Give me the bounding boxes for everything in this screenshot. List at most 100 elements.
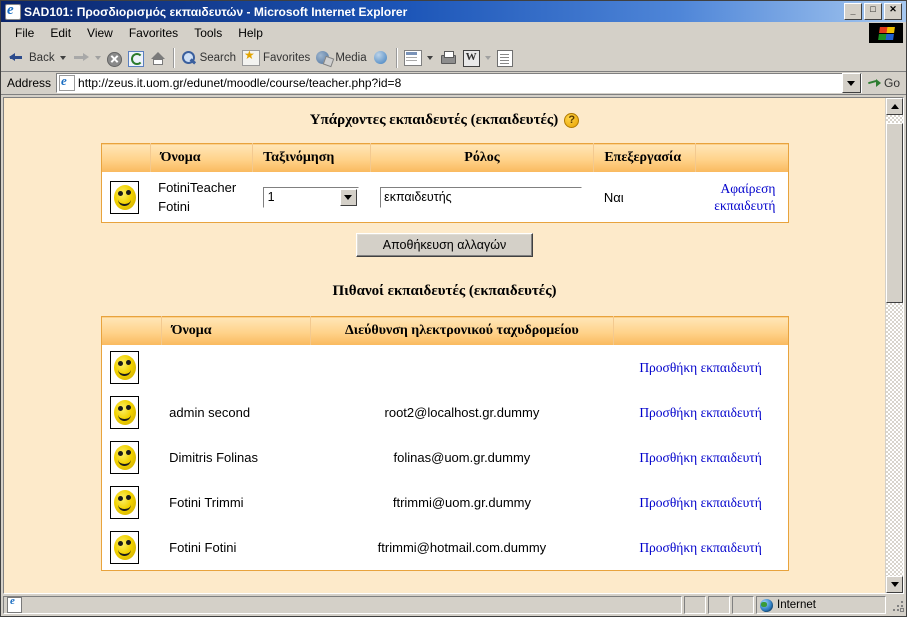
help-icon[interactable]: ? [564,113,580,128]
address-dropdown-button[interactable] [841,73,861,93]
mail-chevron-down-icon[interactable] [426,56,433,60]
avatar [109,441,139,474]
menu-item-file[interactable]: File [7,24,42,42]
go-button-label: Go [883,76,900,90]
refresh-icon [127,51,144,67]
cell-role [370,172,594,223]
cell-name: FotiniTeacher Fotini [150,172,253,223]
menu-item-tools[interactable]: Tools [186,24,230,42]
cell-avatar [101,172,151,223]
menu-bar: File Edit View Favorites Tools Help [1,22,906,45]
media-button[interactable]: Media [313,47,369,69]
print-button[interactable] [436,47,460,69]
remove-teacher-link-line-1[interactable]: Αφαίρεση [706,180,776,197]
chevron-down-icon [890,582,899,587]
back-arrow-icon [8,49,26,67]
address-input[interactable]: http://zeus.it.uom.gr/edunet/moodle/cour… [56,73,862,93]
edit-chevron-down-icon[interactable] [484,56,491,60]
table-header-row: Όνομα Διεύθυνση ηλεκτρονικού ταχυδρομείο… [101,316,788,345]
cell-email: root2@localhost.gr.dummy [310,390,614,435]
table-row: FotiniTeacher Fotini 1 Ναι [101,172,788,223]
resize-grip[interactable] [890,598,904,612]
add-teacher-link[interactable]: Προσθήκη εκπαιδευτή [624,359,778,376]
column-header-name: Όνομα [161,316,311,345]
mail-button[interactable] [401,47,436,69]
cell-name: Fotini Fotini [161,525,311,571]
stop-button[interactable] [104,47,125,69]
scrollbar-thumb[interactable] [886,123,903,303]
page-icon [59,75,76,91]
status-panel-2 [708,596,730,614]
address-bar: Address http://zeus.it.uom.gr/edunet/moo… [1,72,906,95]
forward-chevron-down-icon[interactable] [94,56,101,60]
refresh-button[interactable] [125,47,147,69]
discuss-button[interactable] [494,47,516,69]
edit-word-button[interactable]: W [460,47,494,69]
column-header-action [613,316,788,345]
forward-arrow-icon [72,49,90,67]
minimize-button[interactable]: _ [844,3,862,20]
add-teacher-link[interactable]: Προσθήκη εκπαιδευτή [624,404,778,421]
menu-item-favorites[interactable]: Favorites [121,24,186,42]
avatar [109,531,139,564]
go-button[interactable]: Go [862,76,906,90]
cell-editing: Ναι [593,172,696,223]
history-icon [373,50,389,66]
menu-item-edit[interactable]: Edit [42,24,79,42]
cell-order: 1 [252,172,371,223]
back-chevron-down-icon[interactable] [59,56,66,60]
scroll-up-button[interactable] [886,98,903,115]
avatar [109,351,139,384]
potential-teachers-table: Όνομα Διεύθυνση ηλεκτρονικού ταχυδρομείο… [100,316,789,571]
order-select-dropdown-button[interactable] [339,188,357,206]
document-icon [496,49,513,67]
cell-add-action: Προσθήκη εκπαιδευτή [613,345,788,390]
cell-email [310,345,614,390]
remove-teacher-link-line-2[interactable]: εκπαιδευτή [706,197,775,214]
home-button[interactable] [147,47,169,69]
save-changes-button[interactable]: Αποθήκευση αλλαγών [355,233,534,257]
order-select[interactable]: 1 [262,186,359,208]
favorites-star-icon [242,48,261,66]
search-button[interactable]: Search [178,47,239,69]
content-wrapper: Υπάρχοντες εκπαιδευτές (εκπαιδευτές) ? Ό… [1,95,906,594]
cell-add-action: Προσθήκη εκπαιδευτή [613,435,788,480]
column-header-order: Ταξινόμηση [252,143,371,172]
menu-item-help[interactable]: Help [230,24,271,42]
navigation-toolbar: Back Search Favorites Media [1,45,906,72]
toolbar-separator [172,48,174,68]
status-message-panel [3,595,682,614]
forward-button[interactable] [69,47,104,69]
close-button[interactable]: ✕ [884,3,902,20]
media-button-label: Media [335,52,367,64]
column-header-email: Διεύθυνση ηλεκτρονικού ταχυδρομείου [310,316,615,345]
go-arrow-icon [868,77,881,90]
history-button[interactable] [370,47,392,69]
scroll-down-button[interactable] [886,576,903,593]
browser-window: SAD101: Προσδιορισμός εκπαιδευτών - Micr… [0,0,907,617]
avatar [109,180,139,214]
add-teacher-link[interactable]: Προσθήκη εκπαιδευτή [624,539,778,556]
menu-item-view[interactable]: View [79,24,121,42]
scrollbar-track[interactable] [886,115,903,576]
favorites-button[interactable]: Favorites [239,47,313,69]
printer-icon [439,51,457,65]
home-icon [150,52,166,66]
vertical-scrollbar[interactable] [885,98,903,593]
table-header-row: Όνομα Ταξινόμηση Ρόλος Επεξεργασία [101,143,788,172]
chevron-down-icon [847,80,856,86]
web-page: Υπάρχοντες εκπαιδευτές (εκπαιδευτές) ? Ό… [4,98,885,593]
browser-viewport: Υπάρχοντες εκπαιδευτές (εκπαιδευτές) ? Ό… [3,97,904,594]
list-item: Dimitris Folinas folinas@uom.gr.dummy Πρ… [101,435,788,480]
add-teacher-link[interactable]: Προσθήκη εκπαιδευτή [624,494,778,511]
address-label: Address [7,76,52,90]
teacher-name-line-2: Fotini [158,199,190,214]
back-button[interactable]: Back [5,47,69,69]
cell-avatar [101,525,162,571]
cell-add-action: Προσθήκη εκπαιδευτή [613,390,788,435]
maximize-button[interactable]: □ [864,3,882,20]
role-input[interactable] [380,186,583,208]
cell-avatar [101,480,162,525]
add-teacher-link[interactable]: Προσθήκη εκπαιδευτή [624,449,778,466]
list-item: admin second root2@localhost.gr.dummy Πρ… [101,390,788,435]
